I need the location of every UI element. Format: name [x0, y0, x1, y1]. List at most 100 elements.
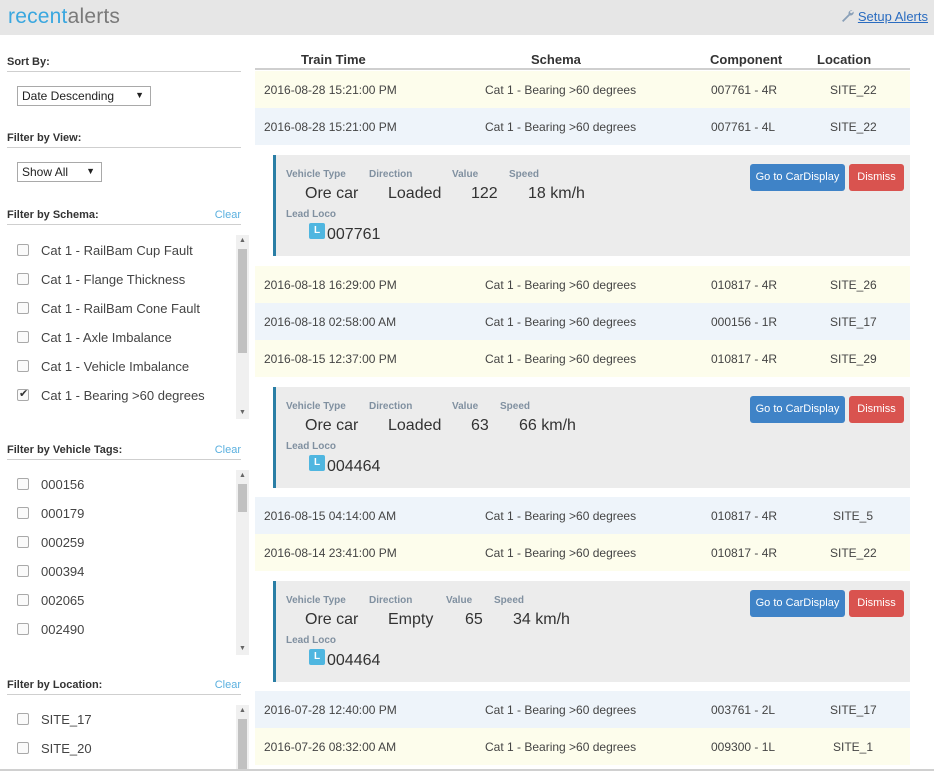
schema-item[interactable]: Cat 1 - Bearing >60 degrees [7, 384, 205, 406]
tag-checkbox[interactable] [17, 565, 29, 577]
speed-label: Speed [500, 401, 531, 412]
schema-checkbox[interactable] [17, 244, 29, 256]
sort-selected-value: Date Descending [22, 89, 115, 103]
table-row[interactable]: 2016-07-26 08:32:00 AM Cat 1 - Bearing >… [255, 728, 910, 765]
column-header-schema: Schema [531, 52, 581, 67]
setup-alerts-link[interactable]: Setup Alerts [839, 8, 928, 24]
table-row[interactable]: 2016-08-15 04:14:00 AM Cat 1 - Bearing >… [255, 497, 910, 534]
go-to-cardisplay-button[interactable]: Go to CarDisplay [750, 396, 845, 423]
go-to-cardisplay-button[interactable]: Go to CarDisplay [750, 590, 845, 617]
cell-train-time: 2016-07-28 12:40:00 PM [264, 703, 397, 717]
schema-checkbox[interactable] [17, 331, 29, 343]
vehicle-type-label: Vehicle Type [286, 169, 346, 180]
tag-checkbox[interactable] [17, 536, 29, 548]
tag-checkbox[interactable] [17, 594, 29, 606]
direction-value: Loaded [388, 185, 442, 202]
schema-checkbox[interactable] [17, 360, 29, 372]
schema-checkbox[interactable] [17, 302, 29, 314]
schema-clear-button[interactable]: Clear [215, 209, 241, 221]
table-row[interactable]: 2016-08-28 15:21:00 PM Cat 1 - Bearing >… [255, 71, 910, 108]
schema-item[interactable]: Cat 1 - RailBam Cone Fault [7, 297, 200, 319]
logo-part-2: alerts [67, 5, 121, 28]
alert-detail-card: Vehicle Type Direction Value Speed Ore c… [273, 581, 910, 682]
tag-item[interactable]: 000179 [7, 502, 84, 524]
scroll-up-icon[interactable]: ▲ [236, 470, 249, 482]
scroll-thumb[interactable] [238, 249, 247, 353]
dismiss-button[interactable]: Dismiss [849, 590, 904, 617]
location-label: SITE_17 [41, 711, 92, 727]
tag-item[interactable]: 000394 [7, 560, 84, 582]
cell-train-time: 2016-08-14 23:41:00 PM [264, 546, 397, 560]
tags-clear-button[interactable]: Clear [215, 444, 241, 456]
value-label: Value [452, 169, 479, 180]
cell-component: 003761 - 2L [711, 703, 776, 717]
cell-component: 010817 - 4R [711, 509, 778, 523]
cell-location: SITE_22 [830, 546, 877, 560]
sort-select[interactable]: Date Descending ▼ [17, 86, 151, 106]
schema-item[interactable]: Cat 1 - Flange Thickness [7, 268, 185, 290]
table-row[interactable]: 2016-08-14 23:41:00 PM Cat 1 - Bearing >… [255, 534, 910, 571]
schema-item[interactable]: Cat 1 - Vehicle Imbalance [7, 355, 189, 377]
location-checkbox[interactable] [17, 742, 29, 754]
cell-train-time: 2016-08-28 15:21:00 PM [264, 120, 397, 134]
scroll-up-icon[interactable]: ▲ [236, 705, 249, 717]
scroll-down-icon[interactable]: ▼ [236, 407, 249, 419]
tags-scrollbar[interactable]: ▲ ▼ [236, 470, 249, 655]
tag-checkbox[interactable] [17, 507, 29, 519]
scroll-thumb[interactable] [238, 719, 247, 769]
location-clear-button[interactable]: Clear [215, 679, 241, 691]
cell-location: SITE_26 [830, 278, 877, 292]
tag-checkbox[interactable] [17, 623, 29, 635]
tag-item[interactable]: 002065 [7, 589, 84, 611]
schema-filter-title: Filter by Schema: [7, 209, 99, 221]
logo-part-1: recent [8, 5, 68, 28]
direction-label: Direction [369, 169, 413, 180]
table-row[interactable]: 2016-08-18 16:29:00 PM Cat 1 - Bearing >… [255, 266, 910, 303]
schema-item[interactable]: Cat 1 - Axle Imbalance [7, 326, 172, 348]
loco-badge-icon: L [309, 223, 325, 239]
alert-detail-card: Vehicle Type Direction Value Speed Ore c… [273, 155, 910, 256]
table-row[interactable]: 2016-08-28 15:21:00 PM Cat 1 - Bearing >… [255, 108, 910, 145]
scroll-down-icon[interactable]: ▼ [236, 643, 249, 655]
tag-checkbox[interactable] [17, 478, 29, 490]
cell-component: 010817 - 4R [711, 546, 778, 560]
schema-checkbox-checked[interactable] [17, 387, 29, 401]
scroll-up-icon[interactable]: ▲ [236, 235, 249, 247]
go-to-cardisplay-button[interactable]: Go to CarDisplay [750, 164, 845, 191]
tag-item[interactable]: 000259 [7, 531, 84, 553]
sort-by-header: Sort By: [7, 36, 241, 72]
loco-badge-icon: L [309, 455, 325, 471]
location-scrollbar[interactable]: ▲ [236, 705, 249, 769]
column-header-train-time: Train Time [301, 52, 366, 67]
cell-component: 007761 - 4L [711, 120, 776, 134]
vehicle-type-value: Ore car [305, 611, 359, 628]
location-item[interactable]: SITE_20 [7, 737, 92, 759]
table-row[interactable]: 2016-08-15 12:37:00 PM Cat 1 - Bearing >… [255, 340, 910, 377]
schema-scrollbar[interactable]: ▲ ▼ [236, 235, 249, 419]
location-checkbox[interactable] [17, 713, 29, 725]
value-label: Value [452, 401, 479, 412]
table-row[interactable]: 2016-07-28 12:40:00 PM Cat 1 - Bearing >… [255, 691, 910, 728]
dropdown-arrow-icon: ▼ [86, 166, 95, 176]
view-selected-value: Show All [22, 165, 69, 179]
vehicle-type-value: Ore car [305, 417, 359, 434]
column-header-component: Component [710, 52, 783, 67]
scroll-thumb[interactable] [238, 484, 247, 512]
cell-location: SITE_17 [830, 315, 877, 329]
speed-label: Speed [509, 169, 540, 180]
speed-label: Speed [494, 595, 525, 606]
wrench-icon [841, 10, 854, 22]
view-select[interactable]: Show All ▼ [17, 162, 102, 182]
schema-checkbox[interactable] [17, 273, 29, 285]
direction-value: Empty [388, 611, 434, 628]
tag-item[interactable]: 002490 [7, 618, 84, 640]
schema-label: Cat 1 - Bearing >60 degrees [41, 387, 205, 403]
dismiss-button[interactable]: Dismiss [849, 396, 904, 423]
table-row[interactable]: 2016-08-18 02:58:00 AM Cat 1 - Bearing >… [255, 303, 910, 340]
tag-item[interactable]: 000156 [7, 473, 84, 495]
schema-item[interactable]: Cat 1 - RailBam Cup Fault [7, 239, 193, 261]
dismiss-button[interactable]: Dismiss [849, 164, 904, 191]
location-item[interactable]: SITE_17 [7, 708, 92, 730]
cell-schema: Cat 1 - Bearing >60 degrees [485, 740, 637, 754]
vehicle-type-value: Ore car [305, 185, 359, 202]
